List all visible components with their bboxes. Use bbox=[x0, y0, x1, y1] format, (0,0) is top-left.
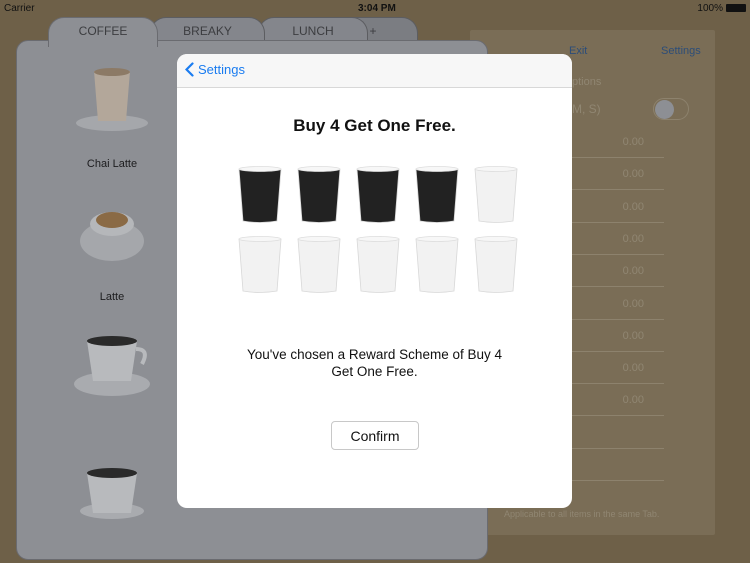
price-value: 0.00 bbox=[622, 265, 644, 278]
empty-cup-icon bbox=[297, 236, 340, 293]
reward-message: You've chosen a Reward Scheme of Buy 4 G… bbox=[247, 347, 502, 379]
empty-cup-icon bbox=[474, 166, 517, 223]
reward-scheme-modal: Settings Buy 4 Get One Free. You've chos… bbox=[177, 54, 572, 508]
empty-cup-icon bbox=[356, 236, 399, 293]
sizes-toggle[interactable] bbox=[653, 98, 689, 120]
confirm-button[interactable]: Confirm bbox=[331, 421, 419, 450]
settings-link[interactable]: Settings bbox=[661, 45, 701, 57]
reward-cups bbox=[230, 165, 520, 295]
section-header: ptions bbox=[572, 76, 602, 88]
item-label: Latte bbox=[99, 291, 125, 303]
filled-cup-icon bbox=[297, 166, 340, 223]
menu-item-latte[interactable]: Latte bbox=[67, 196, 157, 303]
modal-title: Buy 4 Get One Free. bbox=[293, 116, 456, 135]
price-value: 0.00 bbox=[622, 168, 644, 181]
empty-cup-icon bbox=[238, 236, 281, 293]
price-value: 0.00 bbox=[622, 200, 644, 213]
clock: 3:04 PM bbox=[358, 3, 396, 14]
price-value: 0.00 bbox=[622, 136, 644, 148]
back-label: Settings bbox=[198, 62, 245, 77]
latte-image bbox=[80, 212, 144, 261]
battery-icon bbox=[726, 4, 746, 12]
footer-note: Applicable to all items in the same Tab. bbox=[504, 509, 660, 519]
price-value: 0.00 bbox=[622, 297, 644, 310]
chevron-left-icon bbox=[185, 62, 194, 77]
price-value: 0.00 bbox=[622, 232, 644, 245]
item-label: Chai Latte bbox=[86, 158, 138, 170]
empty-cup-icon bbox=[474, 236, 517, 293]
empty-cup-icon bbox=[415, 236, 458, 293]
status-bar: Carrier 3:04 PM 100% bbox=[0, 0, 750, 16]
price-value: 0.00 bbox=[622, 394, 644, 407]
battery-level: 100% bbox=[697, 3, 723, 14]
modal-nav-bar: Settings bbox=[177, 54, 572, 88]
coffee-cup-image bbox=[74, 336, 150, 396]
menu-item-coffee[interactable] bbox=[67, 329, 157, 402]
filled-cup-icon bbox=[238, 166, 281, 223]
menu-item-coffee-2[interactable] bbox=[67, 461, 157, 534]
chai-latte-image bbox=[76, 68, 148, 131]
filled-cup-icon bbox=[415, 166, 458, 223]
back-button[interactable]: Settings bbox=[185, 62, 245, 77]
tab-coffee[interactable]: COFFEE bbox=[48, 17, 158, 47]
sizes-label: M, S) bbox=[572, 102, 601, 116]
menu-item-chai-latte[interactable]: Chai Latte bbox=[67, 63, 157, 170]
price-value: 0.00 bbox=[622, 362, 644, 375]
coffee-cup-image bbox=[80, 468, 144, 519]
price-value: 0.00 bbox=[622, 329, 644, 342]
carrier: Carrier bbox=[4, 3, 35, 14]
filled-cup-icon bbox=[356, 166, 399, 223]
